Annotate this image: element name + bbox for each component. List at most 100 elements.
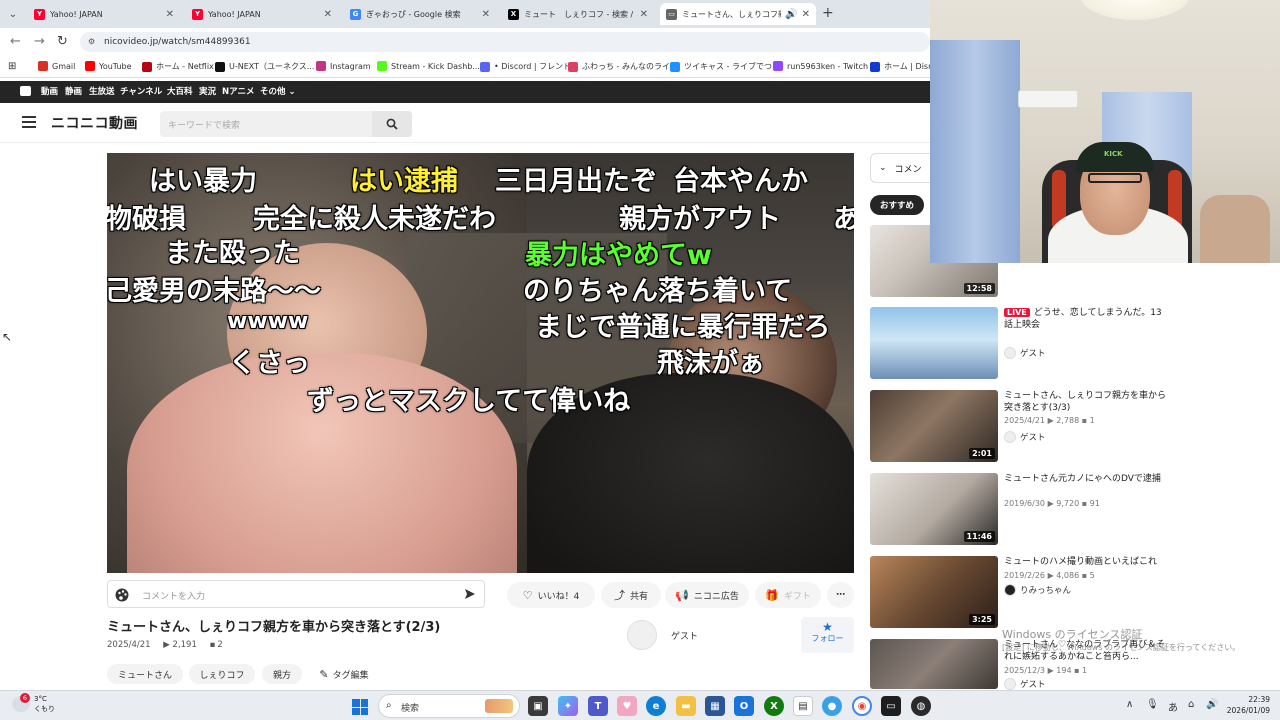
more-menu-icon[interactable]: ⋯ [827, 582, 854, 608]
url-field[interactable]: ⚙ nicovideo.jp/watch/sm44899361 [80, 32, 930, 52]
twitcasting-icon [670, 61, 680, 72]
apps-grid-icon[interactable]: ⊞ [8, 61, 16, 72]
bookmark-gmail[interactable]: Gmail [38, 61, 75, 71]
thumbnail [870, 639, 998, 689]
chevron-down-icon: ⌄ [879, 163, 887, 173]
palette-icon[interactable] [114, 587, 130, 603]
recommend-item[interactable]: 3:25 ミュートのハメ撮り動画といえばこれ 2019/2/26 ▶ 4,086… [870, 556, 1170, 628]
bookmark-netflix[interactable]: ホーム - Netflix [142, 61, 214, 72]
system-clock[interactable]: 22:39 2026/01/09 [1226, 694, 1270, 716]
volume-icon[interactable]: 🔊 [1206, 699, 1218, 710]
bookmark-discord[interactable]: • Discord | フレンド [480, 61, 571, 72]
danmaku-comment: はい暴力 [149, 166, 257, 197]
nav-seiga[interactable]: 静画 [65, 85, 82, 97]
nav-channel[interactable]: チャンネル [120, 85, 162, 97]
tv-icon[interactable] [20, 86, 31, 96]
tab-x[interactable]: X ミュート しぇりコフ - 検索 / X ✕ [502, 3, 654, 25]
nav-jikkyo[interactable]: 実況 [199, 85, 216, 97]
taskbar-search[interactable]: ⌕ 検索 [378, 694, 520, 718]
tray-chevron-icon[interactable]: ∧ [1126, 699, 1133, 710]
app-icon-blue[interactable]: ● [822, 696, 842, 716]
mouse-cursor-icon: ↖ [2, 330, 13, 344]
like-button[interactable]: ♡ いいね！4 [507, 582, 595, 608]
tab-google[interactable]: G ぎゃおっぴ - Google 検索 ✕ [344, 3, 496, 25]
bookmark-kick[interactable]: Stream - Kick Dashb... [377, 61, 480, 71]
start-icon[interactable] [352, 699, 368, 715]
bookmark-instagram[interactable]: Instagram [316, 61, 371, 71]
close-icon[interactable]: ✕ [482, 9, 490, 20]
nav-nanime[interactable]: Nアニメ [222, 85, 254, 97]
close-icon[interactable]: ✕ [802, 9, 810, 20]
gift-button[interactable]: 🎁 ギフト [755, 582, 821, 608]
nav-more[interactable]: その他 ⌄ [260, 85, 296, 97]
comment-input[interactable]: コメントを入力 [107, 580, 485, 608]
search-input[interactable]: キーワードで検索 [160, 111, 412, 137]
new-tab-icon[interactable]: + [822, 5, 834, 21]
tab-search-icon[interactable]: ⌄ [4, 5, 22, 23]
close-icon[interactable]: ✕ [324, 9, 332, 20]
tag-item[interactable]: しぇりコフ [189, 664, 255, 684]
tag-item[interactable]: 親方 [262, 664, 302, 684]
danmaku-comment: 三日月出たぞ [495, 166, 657, 197]
bookmark-twitcasting[interactable]: ツイキャス - ライブでつ... [670, 61, 780, 72]
recommend-item[interactable]: 2:01 ミュートさん、しぇりコフ親方を車から突き落とす(3/3) 2025/4… [870, 390, 1170, 462]
file-explorer-icon[interactable]: ▬ [676, 696, 696, 716]
app-icon-pink[interactable]: ♥ [617, 696, 637, 716]
bookmarks-bar: ⊞ Gmail YouTube ホーム - Netflix U-NEXT（ユーネ… [0, 56, 943, 78]
view-count: ▶ 2,191 [163, 640, 197, 650]
search-icon: ⌕ [386, 700, 392, 711]
forward-icon[interactable]: → [34, 34, 45, 49]
nav-dic[interactable]: 大百科 [167, 85, 193, 97]
outlook-icon[interactable]: O [734, 696, 754, 716]
tag-item[interactable]: ミュートさん [107, 664, 183, 684]
network-icon[interactable]: ⌂ [1188, 699, 1194, 710]
weather-widget[interactable]: 6 3°C くもり [12, 693, 55, 714]
bookmark-unext[interactable]: U-NEXT（ユーネクス... [215, 61, 314, 72]
nicoad-button[interactable]: 📢 ニコニ広告 [665, 582, 749, 608]
hamburger-menu-icon[interactable] [22, 116, 36, 128]
back-icon[interactable]: ← [10, 34, 21, 49]
reload-icon[interactable]: ↻ [57, 34, 68, 49]
mic-icon[interactable]: 🎙 [1146, 699, 1159, 710]
send-icon[interactable] [464, 588, 476, 600]
recommend-meta: 2019/2/26 ▶ 4,086 ▪ 5 [1004, 571, 1095, 580]
video-player[interactable]: はい暴力 はい逮捕 三日月出たぞ 台本やんか 物破損 完全に殺人未遂だわ 親方が… [107, 153, 854, 573]
recommend-user: ゲスト [1004, 678, 1046, 690]
tab-osusume[interactable]: おすすめ [870, 195, 924, 215]
terminal-icon[interactable]: ▭ [881, 696, 901, 716]
bookmark-twitch[interactable]: run5963ken - Twitch [773, 61, 868, 71]
chrome-icon[interactable]: ◉ [852, 696, 872, 716]
niconico-logo[interactable]: ニコニコ動画 [51, 113, 138, 133]
close-icon[interactable]: ✕ [640, 9, 648, 20]
yahoo-icon: Y [34, 8, 45, 20]
store-icon[interactable]: ▦ [705, 696, 725, 716]
site-info-icon[interactable]: ⚙ [88, 32, 95, 52]
tab-yahoo-1[interactable]: Y Yahoo! JAPAN ✕ [28, 3, 180, 25]
search-button[interactable] [372, 111, 412, 137]
bookmark-fuwacchi[interactable]: ふわっち - みんなのライ... [568, 61, 678, 72]
obs-icon[interactable]: ◍ [911, 696, 931, 716]
xbox-icon[interactable]: X [764, 696, 784, 716]
nav-douga[interactable]: 動画 [41, 85, 58, 97]
recommend-title: ミュートさん元カノにゃへのDVで逮捕 [1004, 474, 1161, 484]
edge-icon[interactable]: e [646, 696, 666, 716]
nav-live[interactable]: 生放送 [89, 85, 115, 97]
unext-icon [215, 61, 225, 72]
teams-icon[interactable]: T [588, 696, 608, 716]
tag-edit-button[interactable]: ✎ タグ編集 [309, 664, 379, 684]
recommend-item[interactable]: LIVE どうせ、恋してしまうんだ。13話上映会 [870, 307, 1170, 379]
follow-button[interactable]: ★ フォロー [801, 617, 854, 653]
tab-yahoo-2[interactable]: Y Yahoo! JAPAN ✕ [186, 3, 338, 25]
ime-indicator[interactable]: あ [1168, 699, 1178, 714]
speaker-icon[interactable]: 🔊 [785, 9, 797, 20]
close-icon[interactable]: ✕ [166, 9, 174, 20]
uploader[interactable]: ゲスト [627, 620, 698, 650]
notepad-icon[interactable]: ▤ [793, 696, 813, 716]
share-button[interactable]: ⤴ 共有 [601, 582, 661, 608]
copilot-icon[interactable]: ✦ [558, 696, 578, 716]
tab-niconico-active[interactable]: ▭ ミュートさん、しぇりコフ親方を車 🔊 ✕ [660, 3, 816, 25]
recommend-item[interactable]: 11:46 ミュートさん元カノにゃへのDVで逮捕 2019/6/30 ▶ 9,7… [870, 473, 1170, 545]
bookmark-youtube[interactable]: YouTube [85, 61, 132, 71]
task-view-icon[interactable]: ▣ [528, 696, 548, 716]
recommend-meta: 2019/6/30 ▶ 9,720 ▪ 91 [1004, 499, 1100, 508]
